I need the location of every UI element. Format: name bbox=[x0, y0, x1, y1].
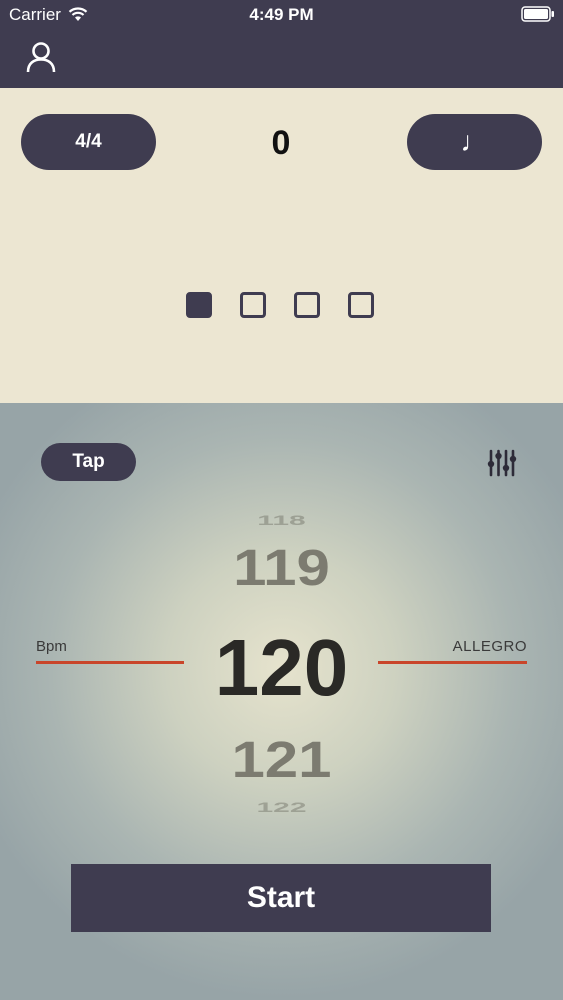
quarter-note-icon: ♩ bbox=[460, 126, 489, 157]
bpm-option[interactable]: 119 bbox=[0, 542, 563, 594]
time-signature-label: 4/4 bbox=[75, 131, 102, 152]
bpm-unit-label: Bpm bbox=[36, 638, 67, 655]
beat-indicator-3[interactable] bbox=[294, 292, 320, 318]
time-signature-button[interactable]: 4/4 bbox=[21, 114, 156, 170]
header: Carrier 4:49 PM bbox=[0, 0, 563, 88]
tempo-panel: Tap 118 119 120 121 122 Bpm ALLEGRO Star… bbox=[0, 403, 563, 1000]
meter-panel: 4/4 0 ♩ bbox=[0, 88, 563, 403]
battery-icon bbox=[521, 6, 554, 22]
sliders-icon[interactable] bbox=[486, 447, 518, 479]
tempo-marking-label: ALLEGRO bbox=[452, 638, 527, 655]
tap-label: Tap bbox=[72, 451, 105, 472]
beat-indicators bbox=[186, 292, 374, 318]
beat-counter: 0 bbox=[271, 124, 291, 162]
beat-indicator-2[interactable] bbox=[240, 292, 266, 318]
bpm-option[interactable]: 122 bbox=[0, 801, 563, 815]
selection-line-right bbox=[378, 661, 527, 664]
beat-indicator-4[interactable] bbox=[348, 292, 374, 318]
bpm-option[interactable]: 118 bbox=[0, 514, 563, 528]
beat-indicator-1[interactable] bbox=[186, 292, 212, 318]
note-value-button[interactable]: ♩ bbox=[407, 114, 542, 170]
clock-label: 4:49 PM bbox=[249, 5, 314, 24]
selection-line-left bbox=[36, 661, 184, 664]
bpm-option[interactable]: 121 bbox=[0, 734, 563, 786]
start-button[interactable]: Start bbox=[71, 864, 491, 932]
start-label: Start bbox=[246, 881, 316, 914]
person-icon[interactable] bbox=[24, 40, 58, 74]
tap-button[interactable]: Tap bbox=[41, 443, 136, 481]
